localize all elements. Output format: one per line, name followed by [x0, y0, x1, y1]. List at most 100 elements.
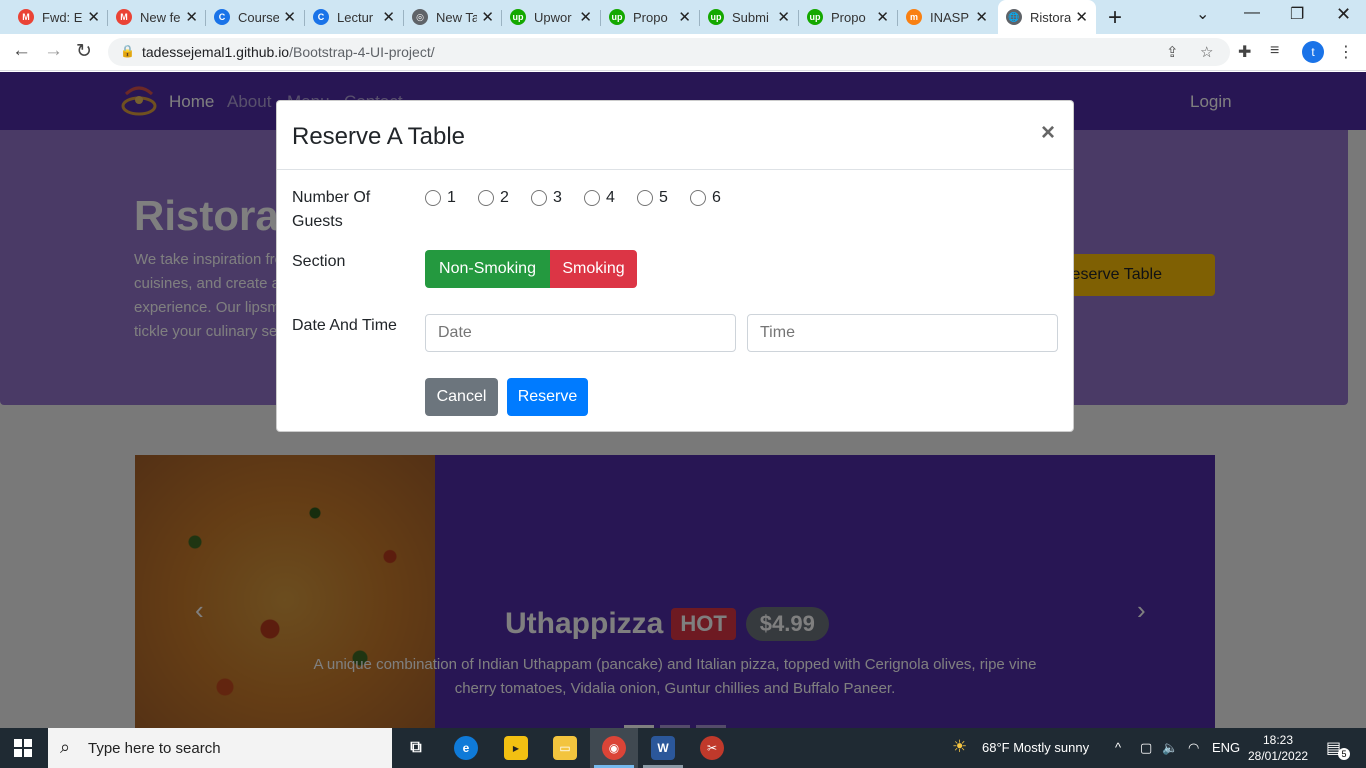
radio-circle-icon[interactable]: [637, 190, 653, 206]
tab-search-chevron-icon[interactable]: ⌄: [1196, 4, 1209, 24]
window-close-icon[interactable]: ✕: [1336, 4, 1351, 25]
browser-tab[interactable]: C Course ✕: [206, 3, 304, 31]
tab-close-icon[interactable]: ✕: [579, 8, 592, 26]
radio-circle-icon[interactable]: [425, 190, 441, 206]
guest-option-label: 6: [712, 189, 721, 206]
tab-separator: [600, 10, 601, 26]
browser-menu-icon[interactable]: ⋮: [1338, 42, 1354, 62]
modal-title: Reserve A Table: [292, 123, 466, 150]
media-queue-icon[interactable]: ≡: [1270, 42, 1279, 60]
address-bar[interactable]: 🔒 tadessejemal1.github.io/Bootstrap-4-UI…: [108, 38, 1230, 66]
upwork-icon: up: [609, 9, 625, 25]
browser-tab[interactable]: up Propo ✕: [799, 3, 897, 31]
url-text: tadessejemal1.github.io/Bootstrap-4-UI-p…: [142, 44, 435, 60]
share-icon[interactable]: ⇪: [1166, 43, 1179, 61]
show-hidden-icons-chevron-icon[interactable]: ^: [1115, 740, 1121, 755]
profile-avatar[interactable]: t: [1302, 41, 1324, 63]
modal-header: Reserve A Table ×: [277, 101, 1073, 170]
browser-tab[interactable]: M Fwd: E ✕: [10, 3, 108, 31]
reload-icon[interactable]: ↻: [76, 40, 92, 63]
date-input[interactable]: [425, 314, 736, 352]
tab-title: Submi: [732, 9, 769, 25]
guest-option-label: 2: [500, 189, 509, 206]
new-tab-button[interactable]: +: [1108, 4, 1122, 32]
guest-radio-6[interactable]: 6: [690, 189, 721, 207]
guest-option-label: 3: [553, 189, 562, 206]
tab-separator: [403, 10, 404, 26]
tab-close-icon[interactable]: ✕: [185, 8, 198, 26]
tab-close-icon[interactable]: ✕: [87, 8, 100, 26]
bookmark-star-icon[interactable]: ☆: [1200, 43, 1213, 61]
browser-tab[interactable]: up Submi ✕: [700, 3, 798, 31]
tab-close-icon[interactable]: ✕: [382, 8, 395, 26]
date-time-label: Date And Time: [292, 317, 397, 334]
wifi-icon[interactable]: ◠: [1188, 740, 1199, 756]
meet-now-icon[interactable]: ▢: [1140, 740, 1152, 756]
tab-close-icon[interactable]: ✕: [975, 8, 988, 26]
weather-text[interactable]: 68°F Mostly sunny: [982, 740, 1089, 755]
back-icon[interactable]: ←: [12, 40, 31, 62]
browser-tab[interactable]: up Propo ✕: [601, 3, 699, 31]
tab-close-icon[interactable]: ✕: [678, 8, 691, 26]
guest-option-label: 1: [447, 189, 456, 206]
restore-icon[interactable]: ❐: [1290, 4, 1304, 24]
browser-tab[interactable]: m INASP ✕: [898, 3, 996, 31]
word-icon[interactable]: W: [651, 736, 675, 760]
globe-icon: 🌐: [1006, 9, 1022, 25]
media-player-icon[interactable]: ▶: [504, 736, 528, 760]
taskbar-clock[interactable]: 18:23 28/01/2022: [1248, 732, 1308, 764]
chrome-icon: ◎: [412, 9, 428, 25]
guest-radio-5[interactable]: 5: [637, 189, 668, 207]
close-icon[interactable]: ×: [1041, 119, 1055, 147]
windows-start-icon[interactable]: [14, 739, 32, 757]
section-label: Section: [292, 253, 346, 270]
forward-icon[interactable]: →: [44, 40, 63, 62]
tab-close-icon[interactable]: ✕: [283, 8, 296, 26]
radio-circle-icon[interactable]: [690, 190, 706, 206]
tab-separator: [798, 10, 799, 26]
tab-title: Propo: [633, 9, 668, 25]
radio-circle-icon[interactable]: [584, 190, 600, 206]
taskbar-search[interactable]: ⌕ Type here to search: [48, 728, 392, 768]
edge-icon[interactable]: e: [454, 736, 478, 760]
radio-circle-icon[interactable]: [478, 190, 494, 206]
tab-close-icon[interactable]: ✕: [777, 8, 790, 26]
guest-radio-1[interactable]: 1: [425, 189, 456, 207]
radio-circle-icon[interactable]: [531, 190, 547, 206]
lock-icon: 🔒: [120, 44, 135, 58]
browser-tab[interactable]: 🌐 Ristora ✕: [998, 0, 1096, 34]
task-view-icon[interactable]: ⧉: [404, 736, 428, 760]
chrome-icon[interactable]: ◉: [602, 736, 626, 760]
gmail-icon: M: [18, 9, 34, 25]
smoking-button[interactable]: Smoking: [550, 250, 637, 288]
tab-title: Upwor: [534, 9, 572, 25]
tab-close-icon[interactable]: ✕: [1075, 8, 1088, 26]
extensions-puzzle-icon[interactable]: ✚: [1238, 42, 1251, 62]
reserve-button[interactable]: Reserve: [507, 378, 588, 416]
taskbar-search-placeholder: Type here to search: [88, 740, 221, 757]
windows-taskbar: ⌕ Type here to search ⧉ e ▶ ▭ ◉ W ✂ ☀ 68…: [0, 728, 1366, 768]
guest-radio-3[interactable]: 3: [531, 189, 562, 207]
non-smoking-button[interactable]: Non-Smoking: [425, 250, 550, 288]
gmail-icon: M: [116, 9, 132, 25]
time-input[interactable]: [747, 314, 1058, 352]
guest-radio-4[interactable]: 4: [584, 189, 615, 207]
snipping-tool-icon[interactable]: ✂: [700, 736, 724, 760]
browser-tab[interactable]: up Upwor ✕: [502, 3, 600, 31]
file-explorer-icon[interactable]: ▭: [553, 736, 577, 760]
tab-close-icon[interactable]: ✕: [481, 8, 494, 26]
minimize-icon[interactable]: —: [1244, 4, 1260, 22]
tab-close-icon[interactable]: ✕: [876, 8, 889, 26]
browser-tab[interactable]: ◎ New Ta ✕: [404, 3, 502, 31]
cancel-button[interactable]: Cancel: [425, 378, 498, 416]
volume-icon[interactable]: 🔈: [1162, 740, 1178, 756]
browser-tab[interactable]: M New fe ✕: [108, 3, 206, 31]
language-indicator[interactable]: ENG: [1212, 740, 1240, 755]
guests-label: Number Of Guests: [292, 189, 371, 230]
browser-toolbar: ← → ↻ 🔒 tadessejemal1.github.io/Bootstra…: [0, 34, 1366, 71]
tab-separator: [897, 10, 898, 26]
weather-icon[interactable]: ☀: [952, 737, 967, 757]
guest-radio-2[interactable]: 2: [478, 189, 509, 207]
browser-tab[interactable]: C Lectur ✕: [305, 3, 403, 31]
tab-separator: [205, 10, 206, 26]
